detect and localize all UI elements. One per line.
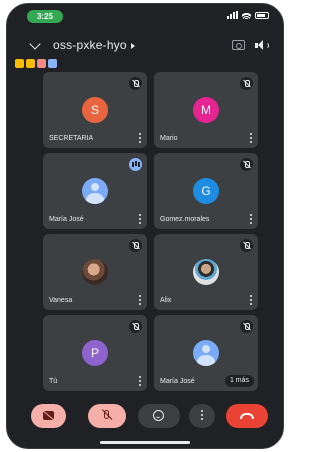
more-vert-icon <box>201 410 203 422</box>
avatar: P <box>82 340 108 366</box>
mic-off-icon <box>104 410 109 419</box>
avatar: S <box>82 97 108 123</box>
leave-call-button[interactable] <box>226 404 268 428</box>
participant-name: SECRETARIA <box>49 135 94 142</box>
participant-tile[interactable]: María José 1 más <box>154 315 258 391</box>
battery-icon <box>255 11 269 19</box>
wifi-icon <box>242 11 251 19</box>
mic-muted-icon <box>240 320 253 333</box>
meeting-code-button[interactable]: oss-pxke-hyo <box>53 38 135 52</box>
mic-muted-icon <box>240 239 253 252</box>
tile-more-icon[interactable] <box>250 133 252 143</box>
status-icons <box>227 11 269 19</box>
participant-tile[interactable]: María José <box>43 153 147 229</box>
participant-name: Vanesa <box>49 297 73 304</box>
tile-more-icon[interactable] <box>139 376 141 386</box>
participant-tile[interactable]: P Tú <box>43 315 147 391</box>
tile-more-icon[interactable] <box>139 133 141 143</box>
more-participants-pill[interactable]: 1 más <box>224 375 254 387</box>
participant-name: María José <box>160 378 195 385</box>
participant-tile[interactable]: S SECRETARIA <box>43 72 147 148</box>
tile-more-icon[interactable] <box>250 295 252 305</box>
participant-tile[interactable]: M Mario <box>154 72 258 148</box>
mic-muted-icon <box>129 320 142 333</box>
meeting-code: oss-pxke-hyo <box>53 38 127 52</box>
participant-name: María José <box>49 216 84 223</box>
camera-toggle-button[interactable] <box>31 404 66 428</box>
captions-chip-icon[interactable] <box>15 59 24 68</box>
status-time: 3:25 <box>27 10 63 23</box>
default-avatar-icon <box>82 178 108 204</box>
tile-more-icon[interactable] <box>250 214 252 224</box>
default-avatar-icon <box>193 340 219 366</box>
hang-up-icon <box>240 413 254 419</box>
emoji-icon <box>153 410 164 421</box>
participant-name: Mario <box>160 135 178 142</box>
switch-camera-icon[interactable] <box>232 40 245 50</box>
phone-screen: 3:25 oss-pxke-hyo S SECRETARIA M Mario María… <box>6 3 284 449</box>
signal-icon <box>227 11 238 19</box>
list-chip-icon[interactable] <box>26 59 35 68</box>
tile-more-icon[interactable] <box>139 295 141 305</box>
avatar-photo <box>82 259 108 285</box>
participant-tile[interactable]: Vanesa <box>43 234 147 310</box>
participant-tile[interactable]: Alix <box>154 234 258 310</box>
participant-name: Tú <box>49 378 58 385</box>
participant-tile[interactable]: G Gomez.morales <box>154 153 258 229</box>
participant-name: Gomez.morales <box>160 216 210 223</box>
meeting-header: oss-pxke-hyo <box>7 34 283 58</box>
more-options-button[interactable] <box>189 404 215 428</box>
avatar: G <box>193 178 219 204</box>
info-chip-icon[interactable] <box>48 59 57 68</box>
avatar-photo <box>193 259 219 285</box>
mic-muted-icon <box>129 239 142 252</box>
mic-muted-icon <box>129 77 142 90</box>
call-controls <box>7 404 283 430</box>
chevron-down-icon[interactable] <box>29 38 41 50</box>
camera-off-icon <box>43 411 54 420</box>
status-bar: 3:25 <box>7 4 283 26</box>
tile-more-icon[interactable] <box>139 214 141 224</box>
speaking-indicator-icon <box>129 158 142 171</box>
mic-muted-icon <box>240 158 253 171</box>
home-indicator[interactable] <box>100 441 190 444</box>
speaker-icon[interactable] <box>255 39 269 51</box>
record-chip-icon[interactable] <box>37 59 46 68</box>
avatar: M <box>193 97 219 123</box>
reactions-button[interactable] <box>138 404 180 428</box>
meeting-feature-chips <box>15 59 57 68</box>
mic-muted-icon <box>240 77 253 90</box>
mic-toggle-button[interactable] <box>88 404 126 428</box>
caret-right-icon <box>130 42 135 49</box>
participant-name: Alix <box>160 297 172 304</box>
